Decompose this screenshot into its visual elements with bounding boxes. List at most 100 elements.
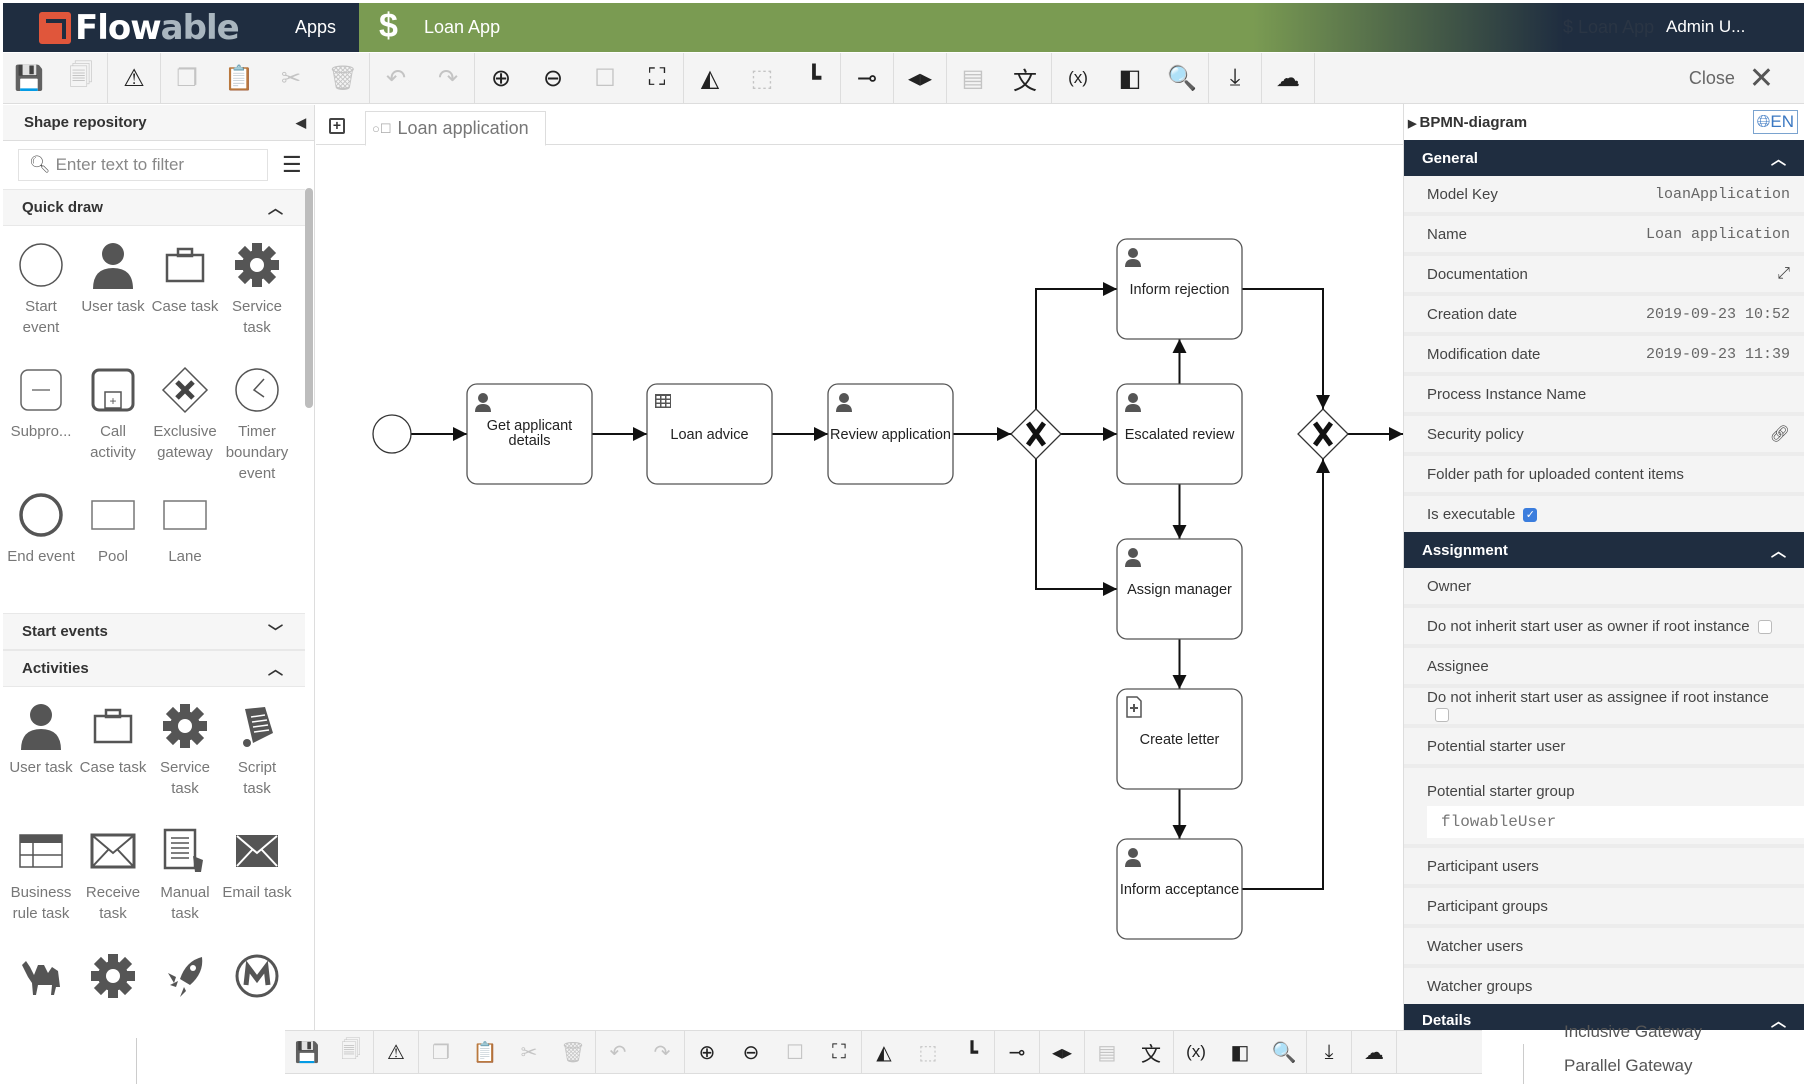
warning-button[interactable]: ⚠ bbox=[374, 1031, 418, 1073]
palette-item-start-event[interactable]: Start event bbox=[5, 238, 77, 363]
align-middle-button[interactable]: ⊸ bbox=[841, 53, 893, 103]
property-creation-date[interactable]: Creation date 2019-09-23 10:52 bbox=[1404, 296, 1804, 336]
align-middle-button[interactable]: ⊸ bbox=[995, 1031, 1039, 1073]
sequence-flow-gw1-to-inform-rejection[interactable] bbox=[1035, 282, 1117, 409]
property-potential-starter-group[interactable]: Potential starter group flowableUser bbox=[1404, 768, 1804, 848]
sequence-flow-inform-rejection-to-gw2[interactable] bbox=[1242, 288, 1330, 409]
save-button[interactable]: 💾 bbox=[3, 53, 55, 103]
undo-button[interactable]: ↶ bbox=[370, 53, 422, 103]
property-assignee[interactable]: Assignee bbox=[1404, 648, 1804, 688]
palette-item-timer-boundary-event[interactable]: Timer boundary event bbox=[221, 363, 293, 488]
close-button[interactable]: Close ✕ bbox=[1689, 53, 1774, 104]
palette-item-service-task[interactable]: Service task bbox=[149, 699, 221, 824]
nav-apps-link[interactable]: Apps bbox=[295, 17, 336, 38]
palette-item-camel-task[interactable] bbox=[5, 949, 77, 1030]
zoom-in-button[interactable]: ⊕ bbox=[475, 53, 527, 103]
zoom-actual-button[interactable]: ☐ bbox=[579, 53, 631, 103]
align-group-button[interactable]: ⬚ bbox=[906, 1031, 950, 1073]
save-button[interactable]: 💾 bbox=[285, 1031, 329, 1073]
zoom-fit-button[interactable]: ⛶ bbox=[817, 1031, 861, 1073]
property-do-not-inherit-start-user-as-owner-if-root-instance[interactable]: Do not inherit start user as owner if ro… bbox=[1404, 608, 1804, 648]
paste-button[interactable]: 📋 bbox=[213, 53, 265, 103]
translate-button[interactable]: 文 bbox=[1129, 1031, 1173, 1073]
align-bottom-button[interactable]: ┗ bbox=[788, 53, 840, 103]
download-button[interactable]: ⤓ bbox=[1307, 1031, 1351, 1073]
checkbox[interactable] bbox=[1435, 708, 1449, 723]
palette-item-subpro[interactable]: Subpro... bbox=[5, 363, 77, 488]
palette-item-end-event[interactable]: End event bbox=[5, 488, 77, 613]
zoom-out-button[interactable]: ⊖ bbox=[527, 53, 579, 103]
palette-item-business-rule-task[interactable]: Business rule task bbox=[5, 824, 77, 949]
expand-icon[interactable]: ⤢ bbox=[1777, 265, 1790, 283]
palette-item-call-activity[interactable]: + Call activity bbox=[77, 363, 149, 488]
shape-filter-input[interactable]: 🔍︎ Enter text to filter bbox=[18, 149, 268, 181]
property-documentation[interactable]: Documentation ⤢ bbox=[1404, 256, 1804, 296]
bpmn-user-task-inform-rejection[interactable]: Inform rejection bbox=[1116, 238, 1243, 340]
property-name[interactable]: Name Loan application bbox=[1404, 216, 1804, 256]
property-modification-date[interactable]: Modification date 2019-09-23 11:39 bbox=[1404, 336, 1804, 376]
bpmn-user-task-get-applicant[interactable]: Get applicant details bbox=[466, 383, 593, 485]
property-participant-groups[interactable]: Participant groups bbox=[1404, 888, 1804, 928]
bpmn-user-task-assign-manager[interactable]: Assign manager bbox=[1116, 538, 1243, 640]
flowable-logo[interactable]: Flowable bbox=[39, 8, 240, 48]
sequence-flow-inform-acceptance-to-gw2[interactable] bbox=[1242, 459, 1330, 890]
diagram-canvas[interactable]: + ○☐ Loan application Get applicant detai… bbox=[316, 105, 1403, 1030]
checkbox[interactable]: ✓ bbox=[1523, 507, 1538, 522]
palette-item-service-task[interactable]: Service task bbox=[221, 238, 293, 363]
align-vertical-button[interactable]: ◭ bbox=[684, 53, 736, 103]
bpmn-user-task-inform-acceptance[interactable]: Inform acceptance bbox=[1116, 838, 1243, 940]
zoom-out-button[interactable]: ⊖ bbox=[729, 1031, 773, 1073]
bpmn-exclusive-gateway-gw1[interactable] bbox=[1010, 408, 1062, 460]
zoom-in-button[interactable]: ⊕ bbox=[685, 1031, 729, 1073]
bpmn-business-rule-task-loan-advice[interactable]: Loan advice bbox=[646, 383, 773, 485]
checkbox[interactable] bbox=[1757, 619, 1772, 634]
warning-button[interactable]: ⚠ bbox=[108, 53, 160, 103]
undo-button[interactable]: ↶ bbox=[596, 1031, 640, 1073]
save-all-button[interactable]: 🗐 bbox=[329, 1031, 373, 1073]
property-is-executable[interactable]: Is executable ✓ bbox=[1404, 496, 1804, 536]
same-size-button[interactable]: ◂▸ bbox=[1040, 1031, 1084, 1073]
property-potential-starter-user[interactable]: Potential starter user bbox=[1404, 728, 1804, 768]
palette-item-user-task[interactable]: User task bbox=[5, 699, 77, 824]
copy-button[interactable]: ❐ bbox=[161, 53, 213, 103]
publish-cloud-button[interactable]: ☁ bbox=[1352, 1031, 1396, 1073]
comment-button[interactable]: ▤ bbox=[947, 53, 999, 103]
palette-item-http-task[interactable] bbox=[77, 949, 149, 1030]
palette-item-case-task[interactable]: Case task bbox=[149, 238, 221, 363]
list-view-icon[interactable]: ☰ bbox=[282, 152, 302, 178]
nav-loan-app-link[interactable]: Loan App bbox=[424, 17, 500, 38]
search-text-button[interactable]: 🔍 bbox=[1262, 1031, 1306, 1073]
sequence-flow-gw1-to-assign-manager[interactable] bbox=[1035, 459, 1117, 596]
potential-starter-group-field[interactable]: flowableUser bbox=[1427, 805, 1804, 838]
section-activities[interactable]: Activities ︿ bbox=[3, 650, 305, 687]
bpmn-start-event-start[interactable] bbox=[372, 414, 412, 454]
zoom-actual-button[interactable]: ☐ bbox=[773, 1031, 817, 1073]
user-menu[interactable]: Admin U... bbox=[1666, 17, 1745, 37]
palette-item-email-task[interactable]: Email task bbox=[221, 824, 293, 949]
properties-title[interactable]: ▶ BPMN-diagram bbox=[1408, 114, 1527, 131]
redo-button[interactable]: ↷ bbox=[640, 1031, 684, 1073]
bpmn-exclusive-gateway-gw2[interactable] bbox=[1297, 408, 1349, 460]
language-selector[interactable]: 🌐︎EN bbox=[1752, 110, 1798, 134]
redo-button[interactable]: ↷ bbox=[422, 53, 474, 103]
delete-button[interactable]: 🗑 bbox=[317, 53, 369, 103]
palette-item-user-task[interactable]: User task bbox=[77, 238, 149, 363]
palette-item-exclusive-gateway[interactable]: Exclusive gateway bbox=[149, 363, 221, 488]
section-general[interactable]: General ︿ bbox=[1404, 140, 1804, 176]
same-size-button[interactable]: ◂▸ bbox=[894, 53, 946, 103]
property-watcher-groups[interactable]: Watcher groups bbox=[1404, 968, 1804, 1008]
bpmn-user-task-escalated-review[interactable]: Escalated review bbox=[1116, 383, 1243, 485]
copy-button[interactable]: ❐ bbox=[419, 1031, 463, 1073]
palette-item-mule-task[interactable] bbox=[221, 949, 293, 1030]
palette-item-lane[interactable]: Lane bbox=[149, 488, 221, 613]
cut-button[interactable]: ✂ bbox=[507, 1031, 551, 1073]
compare-button[interactable]: ◧ bbox=[1104, 53, 1156, 103]
palette-item-case-task[interactable]: Case task bbox=[77, 699, 149, 824]
align-vertical-button[interactable]: ◭ bbox=[862, 1031, 906, 1073]
property-folder-path-for-uploaded-content-items[interactable]: Folder path for uploaded content items bbox=[1404, 456, 1804, 496]
section-quick-draw[interactable]: Quick draw ︿ bbox=[3, 189, 305, 226]
property-model-key[interactable]: Model Key loanApplication bbox=[1404, 176, 1804, 216]
align-group-button[interactable]: ⬚ bbox=[736, 53, 788, 103]
palette-item-receive-task[interactable]: Receive task bbox=[77, 824, 149, 949]
bpmn-user-task-review-application[interactable]: Review application bbox=[827, 383, 954, 485]
